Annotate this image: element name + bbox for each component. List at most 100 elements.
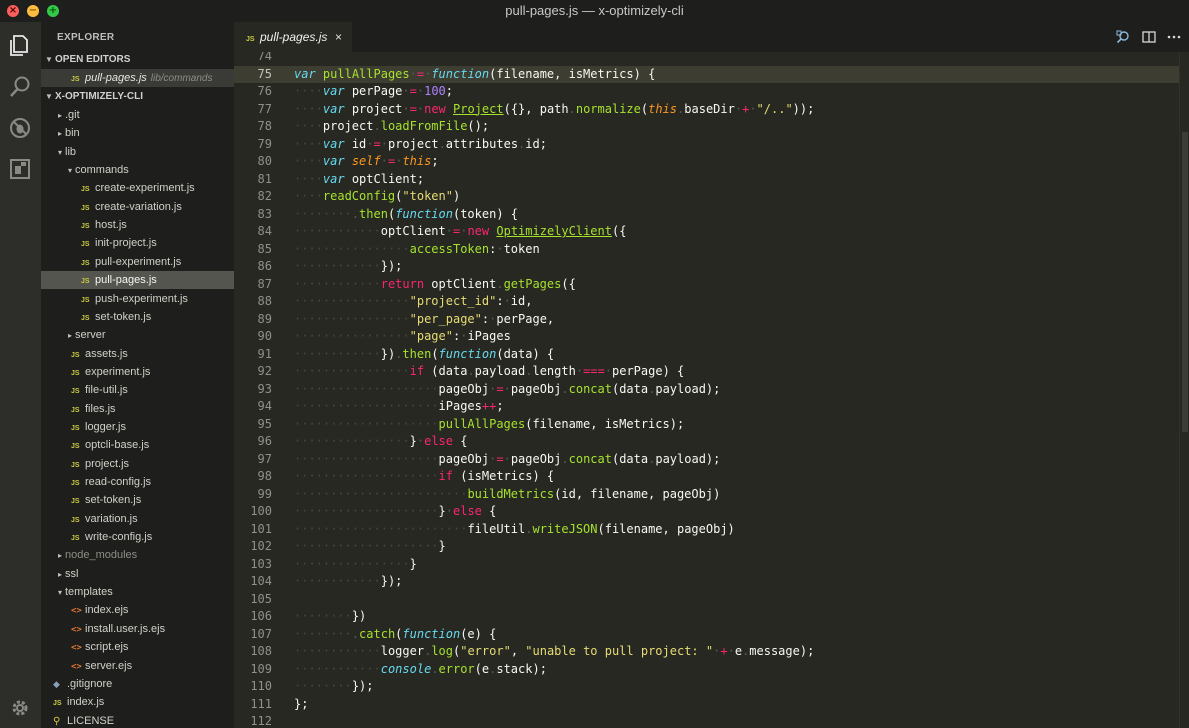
tree-item-label: node_modules <box>65 549 138 562</box>
code-text: ····················} <box>294 539 446 553</box>
chevron-down-icon: ▼ <box>45 55 53 64</box>
code-line: 94 ····················iPages++; <box>234 398 1189 416</box>
tree-file[interactable]: JS files.js <box>41 400 234 418</box>
code-text: ····readConfig("token") <box>294 189 461 203</box>
open-editors-header[interactable]: ▼ OPEN EDITORS <box>41 51 234 69</box>
tree-file[interactable]: JS create-experiment.js <box>41 179 234 197</box>
code-text: ············console.error(e.stack); <box>294 661 547 676</box>
tree-file[interactable]: JS pull-experiment.js <box>41 253 234 271</box>
code-line: 95 ····················pullAllPages(filen… <box>234 416 1189 434</box>
code-line: 89 ················"per_page":·perPage, <box>234 311 1189 329</box>
code-line: 78 ····project.loadFromFile(); <box>234 118 1189 136</box>
tree-file[interactable]: JS logger.js <box>41 418 234 436</box>
tree-file[interactable]: JS write-config.js <box>41 528 234 546</box>
js-file-icon: JS <box>71 369 80 377</box>
tree-folder[interactable]: ▸ .git <box>41 106 234 124</box>
tree-item-label: LICENSE <box>67 714 115 727</box>
tree-folder[interactable]: ▾ commands <box>41 161 234 179</box>
search-button[interactable] <box>7 74 33 100</box>
code-text: var pullAllPages·=·function(filename, is… <box>294 66 656 81</box>
project-header[interactable]: ▼ X-OPTIMIZELY-CLI <box>41 88 234 106</box>
code-line: 93 ····················pageObj·=·pageObj.… <box>234 381 1189 399</box>
tree-file[interactable]: ◆ .gitignore <box>41 675 234 693</box>
code-line: 84 ············optClient·=·new Optimizely… <box>234 223 1189 241</box>
tab-close-button[interactable]: × <box>335 22 342 52</box>
tree-folder[interactable]: ▾ templates <box>41 583 234 601</box>
template-file-icon: <> <box>71 643 82 654</box>
more-actions-button[interactable] <box>1167 30 1181 44</box>
split-editor-button[interactable] <box>1142 30 1156 44</box>
gear-icon <box>12 700 28 716</box>
tree-file[interactable]: JS init-project.js <box>41 234 234 252</box>
tree-item-label: push-experiment.js <box>95 292 188 305</box>
tree-file[interactable]: JS experiment.js <box>41 363 234 381</box>
tree-item-label: create-experiment.js <box>95 182 195 195</box>
code-line: 80 ····var self·=·this; <box>234 153 1189 171</box>
code-editor[interactable]: 74 75 var pullAllPages·=·function(filename… <box>234 52 1189 728</box>
tree-file[interactable]: JS create-variation.js <box>41 198 234 216</box>
chevron-right-icon: ▸ <box>67 331 72 341</box>
open-editor-item[interactable]: JS pull-pages.js lib/commands <box>41 69 234 87</box>
tree-file[interactable]: <> index.ejs <box>41 601 234 619</box>
js-file-icon: JS <box>71 388 80 396</box>
tree-item-label: .git <box>65 109 80 121</box>
tree-file[interactable]: <> script.ejs <box>41 638 234 656</box>
tree-folder[interactable]: ▸ bin <box>41 124 234 142</box>
tree-file[interactable]: JS set-token.js <box>41 491 234 509</box>
line-number: 86 <box>257 259 272 273</box>
tree-file[interactable]: ⚲ LICENSE <box>41 712 234 728</box>
js-file-icon: JS <box>71 461 80 469</box>
line-number: 77 <box>257 101 272 116</box>
tab-pull-pages[interactable]: JS pull-pages.js × <box>234 22 352 52</box>
tree-folder[interactable]: ▸ server <box>41 326 234 344</box>
line-number: 96 <box>257 434 272 448</box>
tree-file[interactable]: JS variation.js <box>41 510 234 528</box>
tree-file[interactable]: JS pull-pages.js <box>41 271 234 290</box>
scrollbar-thumb[interactable] <box>1182 132 1188 432</box>
tree-file[interactable]: <> server.ejs <box>41 657 234 675</box>
explorer-button[interactable] <box>7 32 33 58</box>
tree-file[interactable]: JS push-experiment.js <box>41 290 234 308</box>
code-line: 109 ············console.error(e.stack); <box>234 661 1189 679</box>
tree-folder[interactable]: ▸ ssl <box>41 565 234 583</box>
tree-file[interactable]: JS set-token.js <box>41 308 234 326</box>
code-text: ················accessToken:·token <box>294 241 540 256</box>
tree-item-label: pull-experiment.js <box>95 255 182 268</box>
code-text: ················if (data.payload.length·… <box>294 364 685 378</box>
tree-folder[interactable]: ▾ lib <box>41 143 234 161</box>
js-file-icon: JS <box>71 76 80 83</box>
debug-button[interactable] <box>7 115 33 141</box>
js-file-icon: JS <box>71 498 80 506</box>
code-text: ············}).then(function(data) { <box>294 346 555 361</box>
tree-file[interactable]: JS project.js <box>41 455 234 473</box>
tree-folder[interactable]: ▸ node_modules <box>41 546 234 564</box>
tree-file[interactable]: JS file-util.js <box>41 381 234 399</box>
open-changes-button[interactable] <box>1116 30 1130 44</box>
tree-file[interactable]: JS optcli-base.js <box>41 436 234 454</box>
chevron-down-icon: ▾ <box>67 166 72 176</box>
chevron-right-icon: ▸ <box>57 551 62 561</box>
line-number: 102 <box>250 539 272 553</box>
tree-item-label: commands <box>75 164 129 177</box>
tree-file[interactable]: <> install.user.js.ejs <box>41 620 234 638</box>
code-text: ········.then(function(token) { <box>294 206 519 221</box>
tree-item-label: install.user.js.ejs <box>85 622 166 635</box>
code-line: 83 ········.then(function(token) { <box>234 206 1189 224</box>
code-text: ········.catch(function(e) { <box>294 626 497 641</box>
activity-bar <box>0 22 41 728</box>
tree-file[interactable]: JS read-config.js <box>41 473 234 491</box>
tree-file[interactable]: JS host.js <box>41 216 234 234</box>
line-number: 100 <box>250 504 272 518</box>
settings-button[interactable] <box>7 695 33 721</box>
code-line: 85 ················accessToken:·token <box>234 241 1189 259</box>
template-file-icon: <> <box>71 661 82 672</box>
line-number: 84 <box>257 224 272 238</box>
code-line: 110 ········}); <box>234 678 1189 696</box>
chevron-down-icon: ▾ <box>57 588 62 598</box>
tree-file[interactable]: JS assets.js <box>41 345 234 363</box>
tree-item-label: write-config.js <box>85 531 153 544</box>
extensions-button[interactable] <box>7 156 33 182</box>
editor-scrollbar[interactable] <box>1179 52 1189 728</box>
line-number: 103 <box>250 556 272 571</box>
tree-file[interactable]: JS index.js <box>41 693 234 711</box>
